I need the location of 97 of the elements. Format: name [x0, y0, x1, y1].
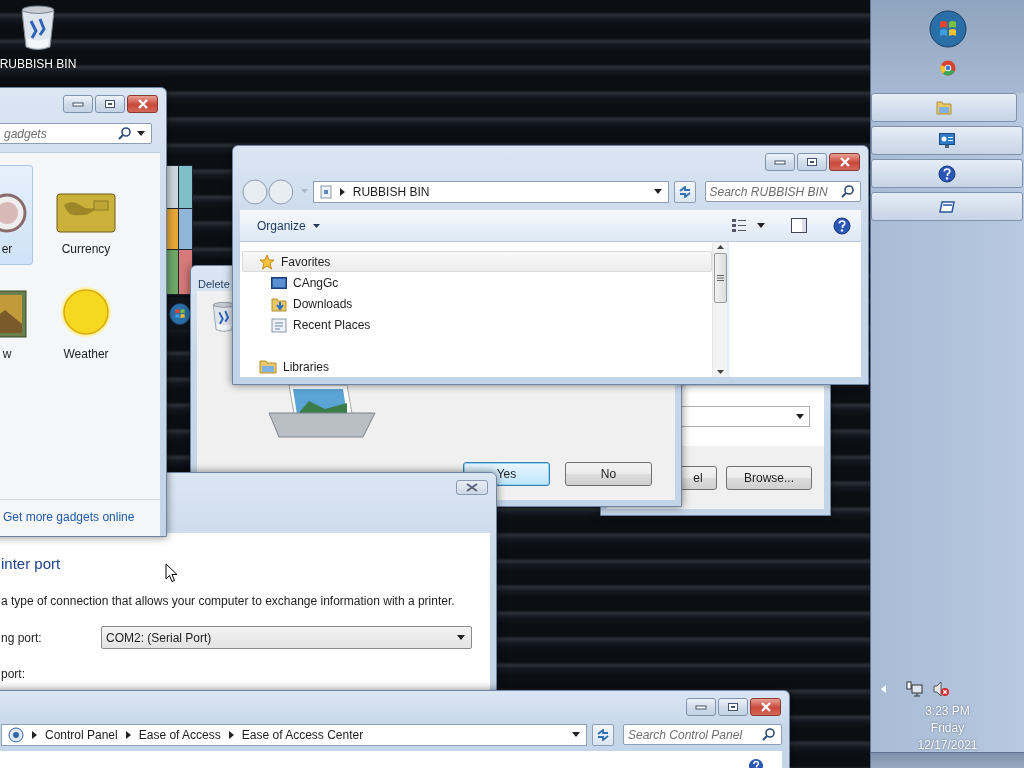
desktop-icon-label[interactable]: RUBBISH BIN [0, 57, 77, 71]
scroll-thumb[interactable] [713, 253, 727, 303]
scroll-down-icon[interactable] [716, 370, 724, 374]
windows-logo-icon[interactable] [168, 302, 191, 325]
refresh-icon [677, 185, 692, 198]
credit-card-icon [56, 193, 116, 233]
help-icon [938, 164, 956, 183]
folder-icon [259, 359, 277, 374]
close-button[interactable] [829, 153, 860, 171]
search-icon[interactable] [118, 127, 131, 140]
search-field[interactable]: Search RUBBISH BIN [704, 181, 861, 202]
breadcrumb-arrow-icon [228, 730, 234, 739]
sun-icon [60, 286, 112, 338]
maximize-button[interactable] [797, 153, 827, 171]
search-icon[interactable] [762, 728, 775, 741]
gadget-tile[interactable]: w [0, 270, 33, 370]
chrome-icon[interactable] [939, 60, 956, 76]
close-icon [466, 483, 478, 492]
speaker-muted-icon[interactable] [933, 681, 949, 697]
field-label: port: [1, 667, 26, 681]
refresh-button[interactable] [673, 180, 696, 203]
close-icon [838, 157, 851, 167]
description-text: a type of connection that allows your computer to exchange information with a printer. [1, 594, 456, 608]
maximize-icon [727, 702, 739, 712]
scroll-up-icon[interactable] [716, 245, 724, 249]
nav-item[interactable]: Libraries [242, 356, 712, 377]
network-icon[interactable] [906, 681, 923, 697]
taskbar-button[interactable] [871, 93, 1017, 122]
recent-places-icon [271, 316, 287, 333]
taskbar-button[interactable] [871, 159, 1023, 188]
photo-tray-icon [267, 383, 377, 439]
monitor-icon [271, 275, 287, 290]
view-options-icon[interactable] [731, 218, 747, 233]
search-field[interactable]: Search Control Panel [623, 724, 782, 745]
minimize-icon [695, 704, 707, 710]
gadget-tile[interactable]: er [0, 165, 33, 265]
mouse-pointer-icon [165, 563, 178, 583]
address-bar[interactable]: Control Panel Ease of Access Ease of Access Center [1, 723, 588, 746]
no-button[interactable]: No [565, 462, 652, 486]
download-folder-icon [271, 295, 287, 312]
dropdown-arrow-icon[interactable] [757, 223, 765, 228]
grip-icon [716, 275, 724, 281]
dialog-title: Delete [198, 277, 230, 290]
dialog-heading: inter port [1, 555, 62, 572]
star-icon [259, 253, 275, 270]
maximize-icon [104, 99, 116, 109]
close-icon [136, 99, 149, 109]
dropdown-arrow-icon[interactable] [137, 131, 145, 136]
taskbar-button[interactable] [871, 192, 1023, 221]
minimize-icon [774, 159, 786, 165]
nav-item[interactable]: CAngGc [242, 272, 712, 293]
window-icon [939, 200, 955, 213]
address-bar[interactable]: RUBBISH BIN [312, 180, 669, 203]
breadcrumb-item[interactable]: Ease of Access [138, 727, 221, 742]
organize-button[interactable]: Organize [257, 215, 320, 236]
breadcrumb-item[interactable]: RUBBISH BIN [352, 184, 430, 199]
breadcrumb-arrow-icon [339, 187, 345, 196]
recycle-bin-icon [20, 5, 56, 51]
breadcrumb-arrow-icon [125, 730, 131, 739]
port-dropdown[interactable]: COM2: (Serial Port) [101, 626, 472, 649]
control-panel-icon [8, 726, 24, 743]
breadcrumb-arrow-icon [32, 730, 37, 739]
close-button[interactable] [456, 480, 488, 495]
nav-item[interactable]: Recent Places [242, 314, 712, 335]
caret-icon [312, 223, 320, 228]
folder-icon [936, 100, 952, 115]
close-icon [759, 702, 772, 712]
left-arrow-icon [881, 685, 886, 693]
dropdown-arrow-icon[interactable] [796, 413, 804, 419]
minimize-icon [72, 101, 84, 107]
browse-button[interactable]: Browse... [726, 466, 812, 490]
breadcrumb-item[interactable]: Ease of Access Center [241, 727, 364, 742]
start-button[interactable] [928, 10, 967, 48]
get-gadgets-link[interactable]: Get more gadgets online [3, 510, 135, 524]
gadget-tile[interactable]: Currency [46, 165, 126, 265]
field-label: ng port: [1, 630, 43, 645]
breadcrumb-item[interactable]: Control Panel [45, 727, 118, 742]
nav-item[interactable]: Downloads [242, 293, 712, 314]
close-button[interactable] [127, 95, 158, 113]
search-icon[interactable] [841, 185, 854, 198]
taskbar-button[interactable] [871, 126, 1023, 155]
refresh-icon [596, 728, 611, 741]
refresh-button[interactable] [592, 723, 614, 746]
preview-pane-icon[interactable] [791, 218, 807, 233]
recycle-bin-icon [319, 184, 332, 199]
close-button[interactable] [750, 698, 781, 716]
maximize-icon [806, 157, 818, 167]
monitor-icon [939, 133, 955, 148]
maximize-button[interactable] [718, 698, 748, 716]
nav-item[interactable]: Favorites [242, 251, 712, 272]
dropdown-arrow-icon[interactable] [457, 635, 465, 640]
dropdown-arrow-icon[interactable] [572, 732, 581, 737]
maximize-button[interactable] [95, 95, 125, 113]
search-field[interactable]: gadgets [0, 123, 152, 144]
dropdown-arrow-icon[interactable] [653, 189, 662, 194]
gadget-tile[interactable]: Weather [46, 270, 126, 370]
help-icon[interactable] [833, 216, 851, 235]
